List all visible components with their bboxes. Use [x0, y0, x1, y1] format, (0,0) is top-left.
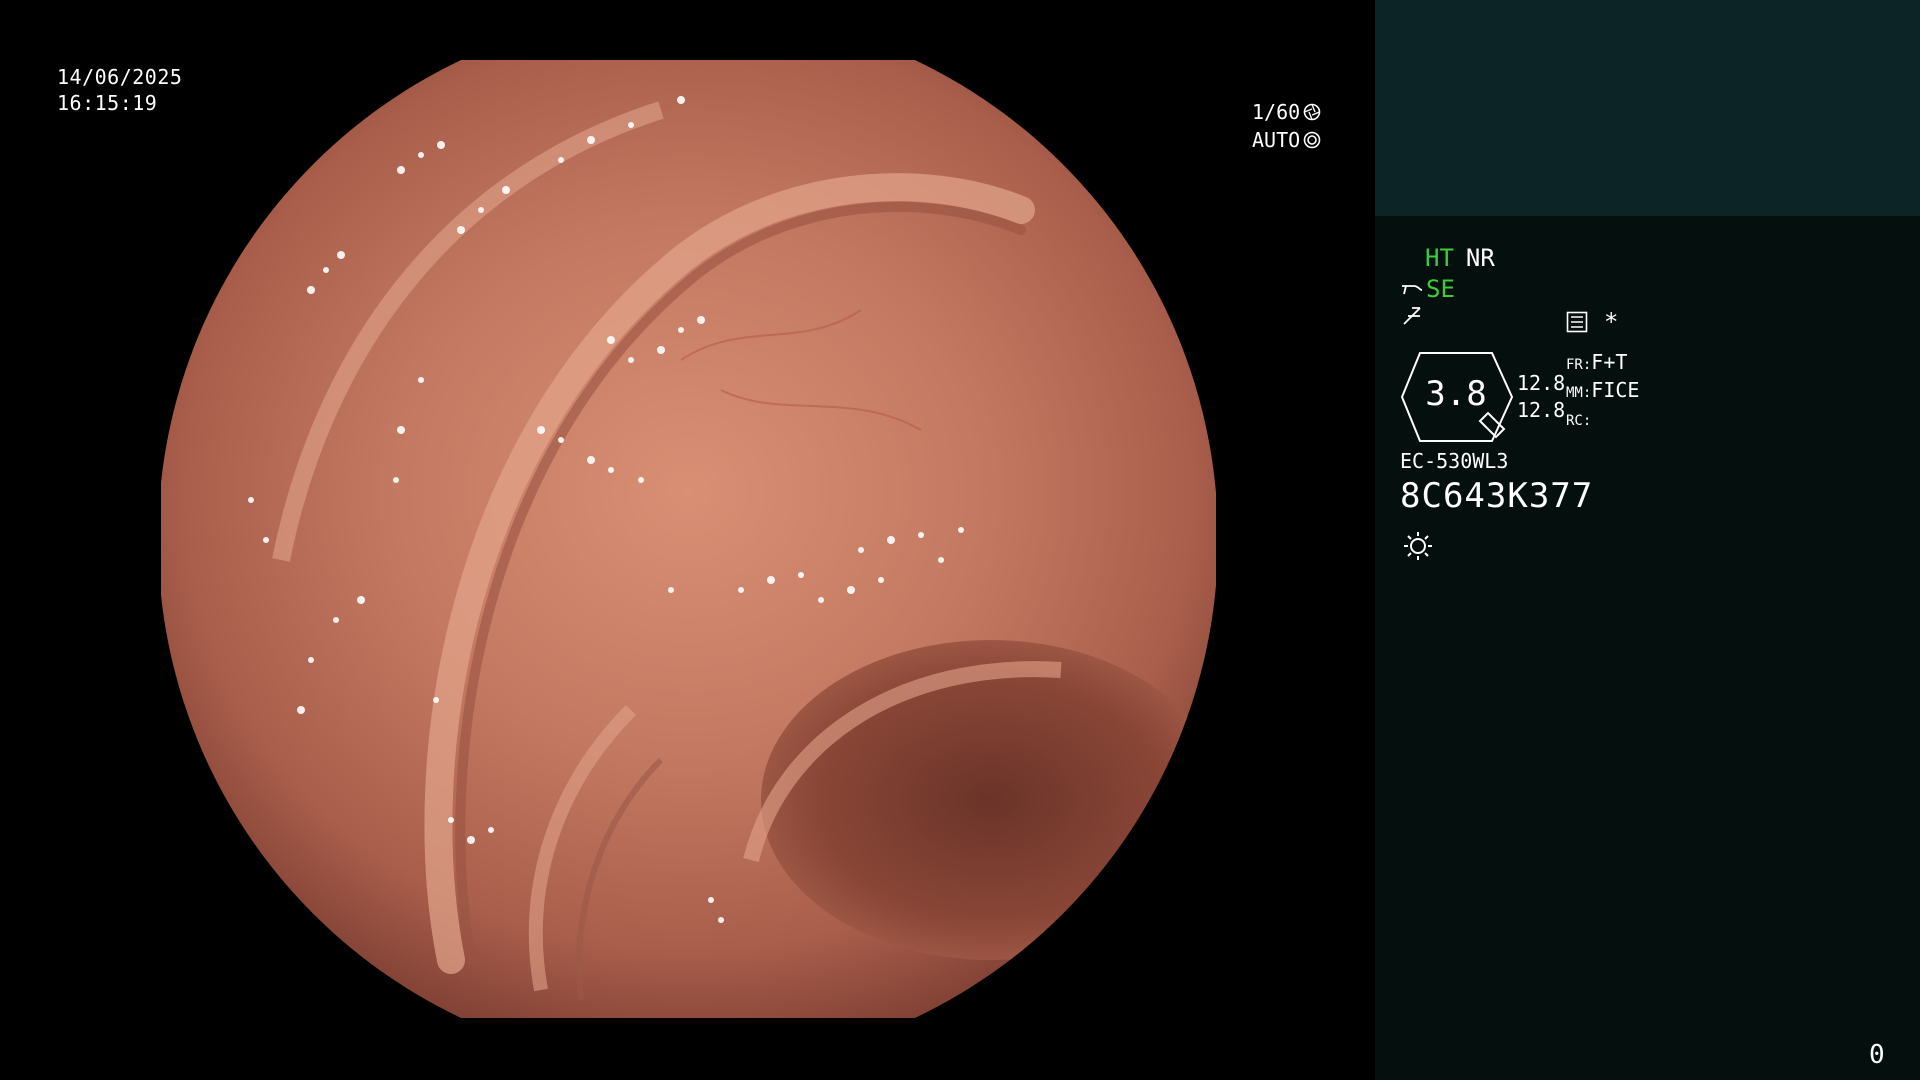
structure-enhance-row: SE [1400, 275, 1455, 303]
mm-value: FICE [1591, 378, 1640, 402]
zoom-readout-2: 12.8 [1517, 398, 1566, 422]
ht-indicator: HT [1425, 244, 1454, 272]
datetime: 14/06/2025 16:15:19 [57, 64, 182, 116]
exposure-info: 1/60 AUTO [1252, 98, 1321, 154]
scope-serial: 8C643K377 [1400, 476, 1594, 516]
menu-list-icon [1566, 311, 1588, 333]
brightness-curve-icon [1402, 285, 1423, 295]
fr-value: F+T [1591, 350, 1628, 374]
scope-model: EC-530WL3 [1400, 449, 1509, 473]
zoom-readout-1: 12.8 [1517, 371, 1566, 395]
aperture-icon [1303, 103, 1321, 121]
time-text: 16:15:19 [57, 91, 158, 115]
mode-labels: FR:F+T MM:FICE RC: [1566, 350, 1639, 434]
enhance-curve-icon [1403, 307, 1421, 325]
mm-label: MM: [1566, 385, 1592, 401]
frame-counter: 0 [1869, 1040, 1885, 1070]
rc-label: RC: [1566, 413, 1592, 429]
star-indicator: * [1604, 308, 1619, 336]
sun-icon [1404, 532, 1432, 560]
iris-icon [1303, 131, 1321, 149]
zoom-readouts: 12.8 12.8 [1517, 370, 1565, 424]
enhance-row [1402, 304, 1424, 334]
date-text: 14/06/2025 [57, 65, 183, 89]
zoom-value: 3.8 [1425, 374, 1487, 414]
nr-indicator: NR [1465, 244, 1495, 272]
status-panel [1375, 0, 1920, 1080]
se-indicator: SE [1426, 275, 1455, 303]
shutter-speed: 1/60 [1252, 100, 1301, 124]
endoscope-image [161, 60, 1216, 1018]
fr-label: FR: [1566, 357, 1592, 373]
processing-row: HT NR [1425, 244, 1495, 272]
status-panel-header [1375, 0, 1920, 216]
menu-indicators: * [1566, 308, 1618, 336]
exposure-mode: AUTO [1252, 128, 1301, 152]
